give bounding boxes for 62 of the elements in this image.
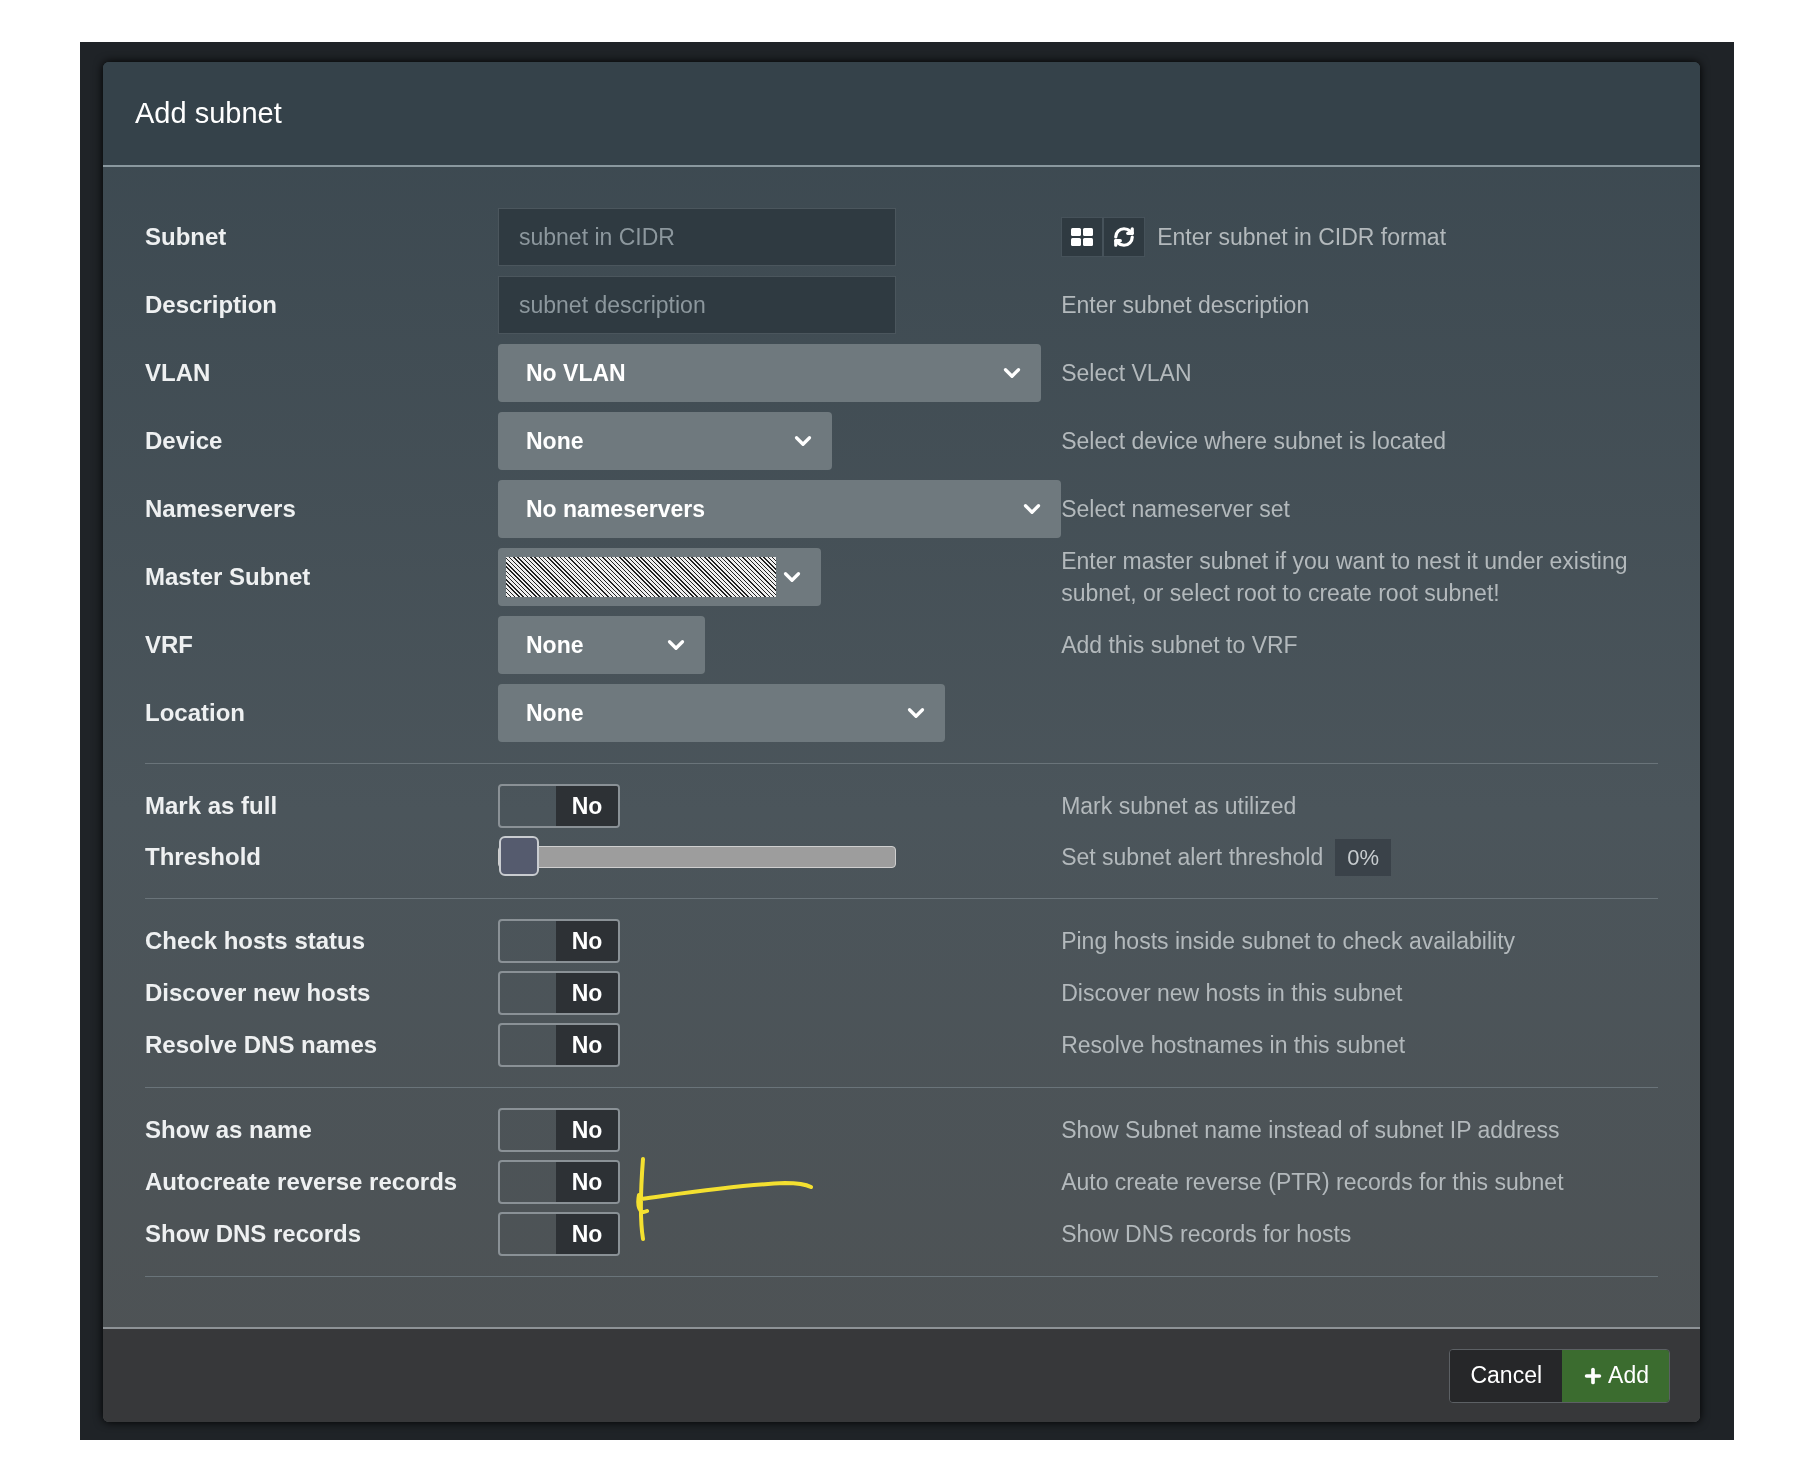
text-field[interactable]: subnet description xyxy=(498,276,896,334)
help-text: Ping hosts inside subnet to check availability xyxy=(1061,927,1516,956)
toggle-switch[interactable]: No xyxy=(498,919,620,963)
dropdown[interactable]: No nameservers xyxy=(498,480,1061,538)
field-label: Show DNS records xyxy=(145,1219,363,1249)
field-label: Resolve DNS names xyxy=(145,1030,379,1060)
field-label: Discover new hosts xyxy=(145,978,372,1008)
field-label: Description xyxy=(145,290,279,320)
dropdown[interactable]: None xyxy=(498,616,705,674)
field-label: Master Subnet xyxy=(145,562,312,592)
threshold-value: 0% xyxy=(1335,838,1392,876)
toggle-switch[interactable]: No xyxy=(498,1212,620,1256)
help-text: Enter master subnet if you want to nest it under existing subnet, or select root to create root subnet! xyxy=(1061,547,1629,608)
refresh-button[interactable] xyxy=(1103,217,1146,257)
help-text: Show DNS records for hosts xyxy=(1061,1220,1352,1249)
grid-icon xyxy=(1071,228,1094,246)
field-label: Location xyxy=(145,698,246,728)
field-label: VRF xyxy=(145,630,194,660)
toggle-switch[interactable]: No xyxy=(498,1023,620,1067)
dialog-title: Add subnet xyxy=(135,95,282,131)
field-label: Mark as full xyxy=(145,791,279,821)
help-text: Add this subnet to VRF xyxy=(1061,631,1298,660)
help-text: Enter subnet in CIDR format xyxy=(1157,223,1447,252)
toggle-switch[interactable]: No xyxy=(498,1160,620,1204)
dropdown[interactable]: No VLAN xyxy=(498,344,1041,402)
switch-label: No xyxy=(556,973,618,1013)
field-label: Nameservers xyxy=(145,494,297,524)
switch-label: No xyxy=(556,786,618,826)
help-text: Select nameserver set xyxy=(1061,495,1290,524)
help-text: Mark subnet as utilized xyxy=(1061,792,1297,821)
slider-thumb[interactable] xyxy=(499,836,539,876)
field-label: Device xyxy=(145,426,224,456)
toggle-switch[interactable]: No xyxy=(498,971,620,1015)
help-text: Select device where subnet is located xyxy=(1061,427,1446,456)
help-text: Set subnet alert threshold xyxy=(1061,843,1324,872)
help-text: Select VLAN xyxy=(1061,359,1192,388)
help-text: Enter subnet description xyxy=(1061,291,1310,320)
field-label: Check hosts status xyxy=(145,926,367,956)
toggle-switch[interactable]: No xyxy=(498,784,620,828)
help-text: Auto create reverse (PTR) records for this subnet xyxy=(1061,1168,1564,1197)
field-label: VLAN xyxy=(145,358,212,388)
switch-label: No xyxy=(556,1025,618,1065)
cancel-button[interactable]: Cancel xyxy=(1450,1349,1563,1402)
switch-label: No xyxy=(556,1214,618,1254)
grid-button[interactable] xyxy=(1061,217,1104,257)
help-text: Show Subnet name instead of subnet IP address xyxy=(1061,1116,1560,1145)
dropdown[interactable] xyxy=(498,548,821,606)
refresh-icon xyxy=(1113,226,1136,248)
help-text: Resolve hostnames in this subnet xyxy=(1061,1031,1406,1060)
help-text: Discover new hosts in this subnet xyxy=(1061,979,1403,1008)
switch-label: No xyxy=(556,921,618,961)
field-label: Threshold xyxy=(145,842,262,872)
toggle-switch[interactable]: No xyxy=(498,1108,620,1152)
switch-label: No xyxy=(556,1162,618,1202)
dropdown[interactable]: None xyxy=(498,684,945,742)
field-label: Show as name xyxy=(145,1115,313,1145)
field-label: Autocreate reverse records xyxy=(145,1167,459,1197)
dropdown[interactable]: None xyxy=(498,412,832,470)
add-button[interactable]: Add xyxy=(1562,1349,1669,1402)
field-label: Subnet xyxy=(145,222,228,252)
text-field[interactable]: subnet in CIDR xyxy=(498,208,896,266)
switch-label: No xyxy=(556,1110,618,1150)
